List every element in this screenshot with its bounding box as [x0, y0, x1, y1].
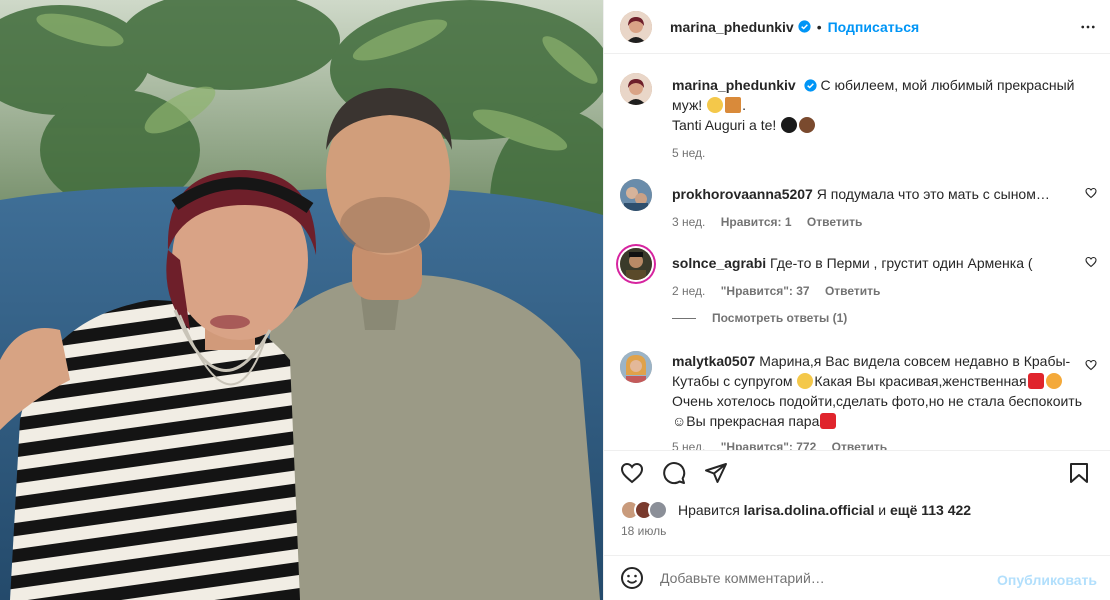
smiling-hearts-emoji [1045, 373, 1062, 389]
comment-text: Где-то в Перми , грустит один Арменка ( [770, 255, 1033, 271]
liker-avatar [648, 500, 668, 520]
comment-text-b: Какая Вы красивая,женственная [814, 373, 1027, 389]
likes-summary: Нравится larisa.dolina.official и ещё 11… [620, 499, 971, 521]
comment-likes[interactable]: "Нравится": 37 [721, 284, 810, 298]
caption-time[interactable]: 5 нед. [672, 146, 705, 160]
follow-button[interactable]: Подписаться [828, 19, 920, 35]
party-face-emoji [707, 97, 724, 113]
likers-avatars[interactable] [620, 500, 672, 520]
reply-button[interactable]: Ответить [832, 440, 887, 450]
likes-others[interactable]: ещё 113 422 [890, 502, 971, 518]
comment-time[interactable]: 5 нед. [672, 440, 705, 450]
commenter-avatar-image [620, 248, 652, 280]
comment-username[interactable]: solnce_agrabi [672, 255, 766, 271]
comments-list[interactable]: marina_phedunkiv С юбилеем, мой любимый … [604, 55, 1110, 450]
post-date[interactable]: 18 июль [621, 524, 666, 538]
verified-icon [798, 20, 811, 33]
view-replies-line [672, 317, 696, 319]
likes-and: и [878, 502, 887, 518]
separator-dot: • [816, 18, 822, 35]
commenter-avatar[interactable] [620, 351, 652, 383]
reply-button[interactable]: Ответить [825, 284, 880, 298]
post-photo[interactable] [0, 0, 603, 600]
comment-input[interactable] [660, 570, 990, 586]
likes-prefix: Нравится [678, 502, 740, 518]
comment-icon[interactable] [662, 461, 686, 485]
comment-meta: 5 нед. "Нравится": 772 Ответить [672, 439, 1082, 450]
reply-button[interactable]: Ответить [807, 215, 862, 229]
share-icon[interactable] [704, 461, 728, 485]
caption-username[interactable]: marina_phedunkiv [672, 77, 796, 93]
commenter-avatar[interactable] [620, 179, 652, 211]
commenter-avatar-story[interactable] [620, 248, 652, 280]
caption-meta: 5 нед. [672, 145, 1082, 161]
publish-button[interactable]: Опубликовать [997, 572, 1097, 588]
comment-text: Я подумала что это мать с сыном… [816, 186, 1050, 202]
caption-avatar-image [620, 73, 652, 105]
comment-time[interactable]: 2 нед. [672, 284, 705, 298]
author-username[interactable]: marina_phedunkiv [670, 19, 794, 35]
post-header: marina_phedunkiv • Подписаться [604, 0, 1110, 54]
caption-text-line2: Tanti Auguri a te! [672, 117, 777, 133]
comment-username[interactable]: malytka0507 [672, 353, 755, 369]
emoji-icon[interactable] [620, 566, 644, 590]
comment-composer: Опубликовать [604, 555, 1110, 600]
post-actions-bar [604, 450, 1110, 494]
author-avatar[interactable] [620, 10, 652, 43]
bookmark-icon[interactable] [1067, 461, 1091, 485]
comment-time[interactable]: 3 нед. [672, 215, 705, 229]
heart-icon[interactable] [1085, 256, 1097, 268]
comment-text-c: Очень хотелось подойти,сделать фото,но н… [672, 393, 1083, 429]
heart-icon[interactable] [1085, 187, 1097, 199]
comment-likes[interactable]: Нравится: 1 [721, 215, 792, 229]
heart-icon[interactable] [1085, 359, 1097, 371]
heart-icon[interactable] [620, 461, 644, 485]
likes-user[interactable]: larisa.dolina.official [744, 502, 875, 518]
bouquet-emoji [781, 117, 798, 133]
comment-username[interactable]: prokhorovaanna5207 [672, 186, 813, 202]
verified-icon [804, 79, 817, 92]
party-popper-emoji [725, 97, 742, 113]
smiling-face-emoji [797, 373, 814, 389]
cake-emoji [799, 117, 816, 133]
view-replies-button[interactable]: Посмотреть ответы (1) [672, 311, 847, 325]
author-avatar-image [620, 10, 652, 43]
red-heart-emoji [1027, 373, 1044, 389]
commenter-avatar-image [620, 179, 652, 211]
red-heart-emoji [820, 413, 837, 429]
comment-meta: 2 нед. "Нравится": 37 Ответить [672, 283, 1082, 299]
caption-avatar[interactable] [620, 73, 652, 105]
comment-meta: 3 нед. Нравится: 1 Ответить [672, 214, 1082, 230]
comment-likes[interactable]: "Нравится": 772 [721, 440, 817, 450]
view-replies-label: Посмотреть ответы (1) [712, 311, 848, 325]
post-container: marina_phedunkiv • Подписаться marina_ph… [0, 0, 1110, 600]
commenter-avatar-image [620, 351, 652, 383]
photo-illustration [0, 0, 603, 600]
more-icon[interactable] [1079, 18, 1097, 36]
post-details-panel: marina_phedunkiv • Подписаться marina_ph… [603, 0, 1110, 600]
